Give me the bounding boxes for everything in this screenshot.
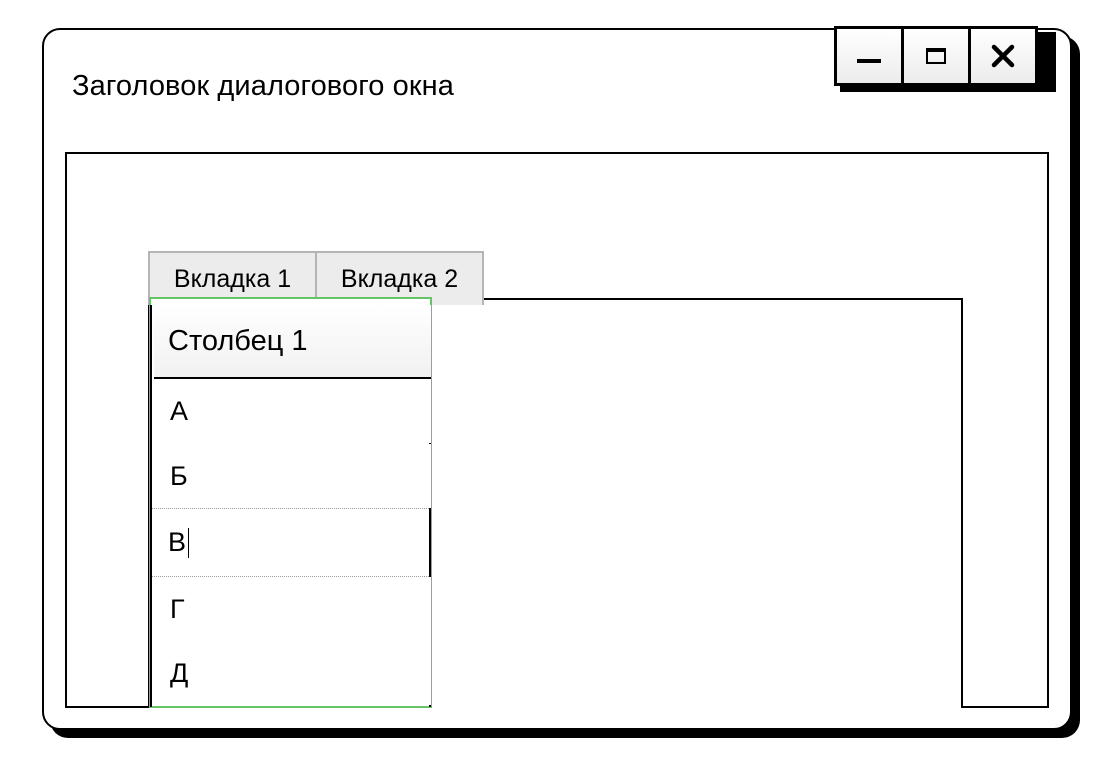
- maximize-icon: [926, 48, 946, 64]
- cell-value: А: [170, 395, 189, 426]
- minimize-button[interactable]: [837, 29, 901, 83]
- table-row[interactable]: Г: [154, 577, 431, 641]
- close-icon: [991, 44, 1015, 68]
- table-row[interactable]: Б: [154, 444, 431, 508]
- cell-value: Д: [170, 657, 189, 688]
- cell-value: Б: [170, 460, 188, 491]
- table-row-editing[interactable]: В: [152, 508, 429, 577]
- column-header-label: Столбец 1: [168, 324, 308, 357]
- close-button[interactable]: [971, 29, 1035, 83]
- cell-value: Г: [170, 593, 185, 624]
- table-row[interactable]: Д: [154, 641, 431, 705]
- window-controls: [834, 26, 1038, 86]
- canvas: Заголовок диалогового окна Вкладка 1 Вкл…: [0, 0, 1117, 760]
- minimize-icon: [857, 59, 881, 63]
- column-header-1[interactable]: Столбец 1: [154, 305, 431, 379]
- cell-edit-input[interactable]: В: [168, 527, 186, 558]
- table-row[interactable]: А: [154, 379, 431, 443]
- text-cursor: [188, 527, 190, 558]
- maximize-button[interactable]: [904, 29, 968, 83]
- window-title: Заголовок диалогового окна: [72, 70, 454, 102]
- data-grid-body: Столбец 1 А Б В Г Д: [150, 305, 431, 707]
